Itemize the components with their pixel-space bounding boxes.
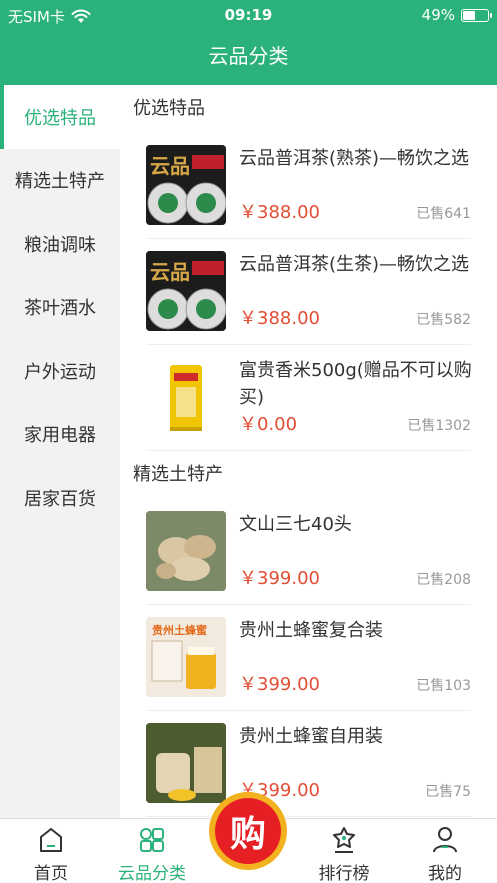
product-sold-count: 已售208 bbox=[416, 572, 471, 588]
product-image-text: 贵州土蜂蜜 bbox=[152, 623, 207, 637]
tab-category[interactable]: 云品分类 bbox=[112, 825, 192, 883]
sidebar-item-featured[interactable]: 优选特品 bbox=[0, 85, 120, 149]
battery-percent: 49% bbox=[421, 6, 455, 24]
product-item[interactable]: 富贵香米500g(赠品不可以购买) ￥0.00 已售1302 bbox=[146, 345, 472, 451]
ranking-icon bbox=[333, 827, 355, 853]
battery-level bbox=[463, 10, 475, 20]
product-image: 云品 bbox=[146, 251, 226, 331]
tab-profile[interactable]: 我的 bbox=[405, 825, 485, 883]
sidebar-item-tea-wine[interactable]: 茶叶酒水 bbox=[0, 276, 120, 340]
product-image bbox=[146, 723, 226, 803]
category-sidebar: 优选特品 精选土特产 粮油调味 茶叶酒水 户外运动 家用电器 居家百货 bbox=[0, 85, 120, 818]
product-image-text: 云品 bbox=[150, 260, 190, 284]
home-icon bbox=[40, 828, 62, 852]
product-item[interactable]: 云品 云品普洱茶(生茶)—畅饮之选 ￥388.00 已售582 bbox=[146, 239, 471, 345]
product-image-text: 云品 bbox=[150, 154, 190, 178]
product-sold-count: 已售1302 bbox=[407, 418, 471, 434]
product-name: 云品普洱茶(生茶)—畅饮之选 bbox=[239, 254, 470, 275]
product-item[interactable]: 贵州土蜂蜜自用装 ￥399.00 已售75 bbox=[146, 711, 471, 817]
category-icon bbox=[140, 828, 164, 852]
product-name: 文山三七40头 bbox=[239, 514, 352, 535]
sidebar-item-local-specialties[interactable]: 精选土特产 bbox=[0, 149, 120, 213]
section-title: 精选土特产 bbox=[133, 464, 223, 485]
status-bar: 无SIM卡 09:19 49% bbox=[0, 0, 497, 30]
profile-icon bbox=[433, 827, 457, 853]
product-image: 云品 bbox=[146, 145, 226, 225]
tab-home[interactable]: 首页 bbox=[11, 825, 91, 883]
sidebar-item-outdoor[interactable]: 户外运动 bbox=[0, 339, 120, 403]
product-image: 贵州土蜂蜜 bbox=[146, 617, 226, 697]
tab-label: 排行榜 bbox=[318, 864, 370, 883]
product-price: ￥388.00 bbox=[239, 308, 320, 329]
tab-label: 我的 bbox=[428, 864, 462, 883]
product-image bbox=[146, 511, 226, 591]
product-list[interactable]: 优选特品 云品 云品普洱茶(熟茶)—畅饮之选 ￥388.00 已售641 云品 … bbox=[120, 85, 497, 818]
sidebar-item-appliances[interactable]: 家用电器 bbox=[0, 403, 120, 467]
product-sold-count: 已售103 bbox=[416, 678, 471, 694]
product-sold-count: 已售582 bbox=[416, 312, 471, 328]
tab-label: 首页 bbox=[34, 864, 68, 883]
product-item[interactable]: 贵州土蜂蜜 贵州土蜂蜜复合装 ￥399.00 已售103 bbox=[146, 605, 471, 711]
buy-button-label: 购 bbox=[215, 798, 281, 864]
product-sold-count: 已售75 bbox=[425, 784, 471, 800]
product-name: 贵州土蜂蜜自用装 bbox=[239, 726, 383, 747]
product-item[interactable]: 云品 云品普洱茶(熟茶)—畅饮之选 ￥388.00 已售641 bbox=[146, 133, 471, 239]
tab-label: 云品分类 bbox=[118, 864, 186, 883]
product-item[interactable]: 文山三七40头 ￥399.00 已售208 bbox=[146, 499, 471, 605]
sidebar-item-grain-oil[interactable]: 粮油调味 bbox=[0, 212, 120, 276]
section-title: 优选特品 bbox=[133, 98, 205, 119]
status-right: 49% bbox=[421, 6, 492, 24]
buy-button[interactable]: 购 bbox=[209, 792, 287, 870]
product-price: ￥0.00 bbox=[239, 414, 298, 435]
sidebar-item-household[interactable]: 居家百货 bbox=[0, 466, 120, 530]
tab-ranking[interactable]: 排行榜 bbox=[304, 825, 384, 883]
product-name: 云品普洱茶(熟茶)—畅饮之选 bbox=[239, 148, 470, 169]
product-price: ￥399.00 bbox=[239, 568, 320, 589]
product-name: 贵州土蜂蜜复合装 bbox=[239, 620, 383, 641]
product-image bbox=[146, 357, 226, 437]
battery-icon bbox=[461, 8, 492, 22]
product-price: ￥388.00 bbox=[239, 202, 320, 223]
product-sold-count: 已售641 bbox=[416, 206, 471, 222]
product-name: 富贵香米500g(赠品不可以购买) bbox=[239, 360, 472, 408]
product-price: ￥399.00 bbox=[239, 674, 320, 695]
page-title: 云品分类 bbox=[0, 30, 497, 85]
